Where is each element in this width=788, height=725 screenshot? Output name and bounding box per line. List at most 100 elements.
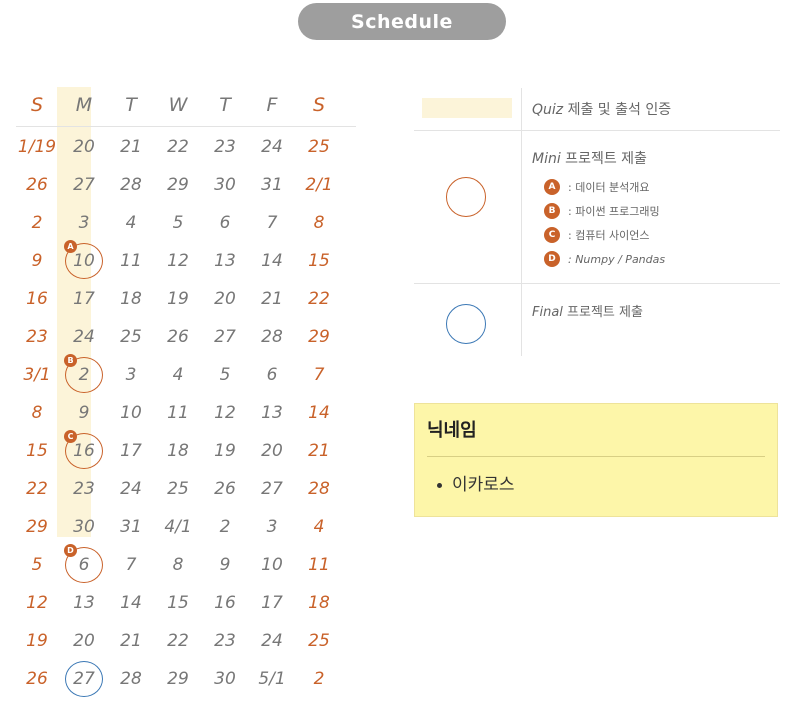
calendar-day[interactable]: 3 <box>61 204 107 242</box>
calendar-day[interactable]: 9 <box>61 394 107 432</box>
calendar-day[interactable]: 13 <box>249 394 295 432</box>
calendar-day[interactable]: 10 <box>249 546 295 584</box>
calendar-day[interactable]: 11 <box>296 546 342 584</box>
calendar-day[interactable]: 15 <box>155 584 201 622</box>
calendar-day[interactable]: 20 <box>249 432 295 470</box>
calendar-day[interactable]: 8 <box>155 546 201 584</box>
calendar-day[interactable]: 26 <box>14 660 60 698</box>
calendar-day[interactable]: 29 <box>296 318 342 356</box>
calendar-day[interactable]: 5/1 <box>249 660 295 698</box>
calendar-day[interactable]: 8 <box>296 204 342 242</box>
calendar-day[interactable]: 23 <box>61 470 107 508</box>
calendar-day[interactable]: 18 <box>296 584 342 622</box>
calendar-day[interactable]: 2 <box>14 204 60 242</box>
calendar-day[interactable]: 1/19 <box>14 128 60 166</box>
calendar-day[interactable]: 11 <box>155 394 201 432</box>
calendar-day[interactable]: 30 <box>202 660 248 698</box>
calendar-day[interactable]: 31 <box>108 508 154 546</box>
calendar-day[interactable]: 4 <box>108 204 154 242</box>
calendar-day[interactable]: 7 <box>108 546 154 584</box>
calendar-day[interactable]: 22 <box>14 470 60 508</box>
calendar-day[interactable]: 14 <box>108 584 154 622</box>
calendar-day[interactable]: 20 <box>61 622 107 660</box>
calendar-day[interactable]: 24 <box>61 318 107 356</box>
calendar-day[interactable]: 16 <box>202 584 248 622</box>
calendar-day[interactable]: 26 <box>202 470 248 508</box>
calendar-day[interactable]: 12 <box>155 242 201 280</box>
calendar-day[interactable]: 30 <box>202 166 248 204</box>
calendar-day[interactable]: 5 <box>155 204 201 242</box>
calendar-day[interactable]: 5 <box>202 356 248 394</box>
calendar-day[interactable]: 26 <box>155 318 201 356</box>
calendar-day[interactable]: 19 <box>14 622 60 660</box>
calendar-day[interactable]: 7 <box>296 356 342 394</box>
calendar-day[interactable]: 3 <box>108 356 154 394</box>
calendar-day[interactable]: 28 <box>108 660 154 698</box>
calendar-day[interactable]: 15 <box>296 242 342 280</box>
calendar-day[interactable]: 18 <box>108 280 154 318</box>
calendar-day[interactable]: 8 <box>14 394 60 432</box>
calendar-day[interactable]: 25 <box>296 128 342 166</box>
calendar-day[interactable]: 4 <box>296 508 342 546</box>
calendar-day[interactable]: 18 <box>155 432 201 470</box>
calendar-day[interactable]: 9 <box>202 546 248 584</box>
calendar-day[interactable]: 25 <box>296 622 342 660</box>
calendar-day[interactable]: 14 <box>249 242 295 280</box>
calendar-day[interactable]: 31 <box>249 166 295 204</box>
calendar-day[interactable]: 6 <box>202 204 248 242</box>
calendar-day[interactable]: 17 <box>249 584 295 622</box>
calendar-day[interactable]: 19 <box>202 432 248 470</box>
calendar-day[interactable]: 29 <box>155 166 201 204</box>
calendar-day[interactable]: 12 <box>202 394 248 432</box>
calendar-day[interactable]: 6 <box>249 356 295 394</box>
calendar-day[interactable]: 4/1 <box>155 508 201 546</box>
calendar-day[interactable]: 11 <box>108 242 154 280</box>
calendar-day[interactable]: 25 <box>108 318 154 356</box>
calendar-day[interactable]: 22 <box>296 280 342 318</box>
calendar-day[interactable]: 24 <box>108 470 154 508</box>
calendar-day[interactable]: 24 <box>249 622 295 660</box>
calendar-day[interactable]: 26 <box>14 166 60 204</box>
calendar-day[interactable]: 3 <box>249 508 295 546</box>
calendar-day[interactable]: 9 <box>14 242 60 280</box>
calendar-day[interactable]: 21 <box>249 280 295 318</box>
calendar-day[interactable]: 4 <box>155 356 201 394</box>
calendar-day[interactable]: 28 <box>296 470 342 508</box>
calendar-day[interactable]: 29 <box>155 660 201 698</box>
calendar-day[interactable]: 17 <box>108 432 154 470</box>
calendar-day[interactable]: 5 <box>14 546 60 584</box>
calendar-day[interactable]: 23 <box>202 622 248 660</box>
calendar-day[interactable]: 23 <box>14 318 60 356</box>
calendar-day[interactable]: 16 <box>14 280 60 318</box>
calendar-day[interactable]: 2 <box>202 508 248 546</box>
calendar-day[interactable]: 19 <box>155 280 201 318</box>
calendar-day[interactable]: 29 <box>14 508 60 546</box>
calendar-day[interactable]: 15 <box>14 432 60 470</box>
calendar-day[interactable]: 22 <box>155 622 201 660</box>
calendar-day[interactable]: 12 <box>14 584 60 622</box>
calendar-day[interactable]: 20 <box>202 280 248 318</box>
calendar-day[interactable]: 20 <box>61 128 107 166</box>
calendar-day[interactable]: 27 <box>249 470 295 508</box>
calendar-day[interactable]: 13 <box>202 242 248 280</box>
calendar-day[interactable]: 10 <box>108 394 154 432</box>
calendar-day[interactable]: 23 <box>202 128 248 166</box>
calendar-day[interactable]: 21 <box>108 128 154 166</box>
calendar-day[interactable]: 30 <box>61 508 107 546</box>
calendar-day[interactable]: 2/1 <box>296 166 342 204</box>
calendar-day[interactable]: 28 <box>249 318 295 356</box>
calendar-day[interactable]: 13 <box>61 584 107 622</box>
calendar-day[interactable]: 21 <box>296 432 342 470</box>
calendar-day[interactable]: 28 <box>108 166 154 204</box>
calendar-day[interactable]: 17 <box>61 280 107 318</box>
calendar-day[interactable]: 2 <box>296 660 342 698</box>
calendar-day[interactable]: 3/1 <box>14 356 60 394</box>
calendar-day[interactable]: 27 <box>61 166 107 204</box>
calendar-day[interactable]: 25 <box>155 470 201 508</box>
calendar-day[interactable]: 27 <box>202 318 248 356</box>
calendar-day[interactable]: 21 <box>108 622 154 660</box>
calendar-day[interactable]: 7 <box>249 204 295 242</box>
calendar-day[interactable]: 24 <box>249 128 295 166</box>
calendar-day[interactable]: 22 <box>155 128 201 166</box>
calendar-day[interactable]: 14 <box>296 394 342 432</box>
